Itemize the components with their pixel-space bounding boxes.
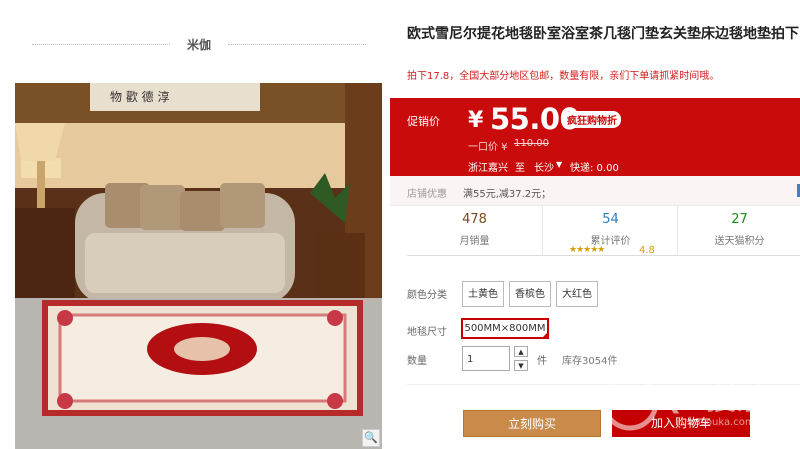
shop-promo-value: 满55元,减37.2元；	[463, 189, 552, 200]
stat-value: 54	[602, 212, 619, 227]
size-label: 地毯尺寸	[407, 327, 447, 338]
check-icon	[541, 331, 549, 339]
ship-to-selector[interactable]: 长沙	[534, 159, 554, 174]
color-option-3[interactable]: 大红色	[556, 281, 598, 307]
product-gallery: 米伽 物 歡 德 淳 🔍	[0, 0, 390, 449]
stat-monthly-sales: 478 月销量	[407, 205, 542, 255]
magnifier-icon[interactable]: 🔍	[362, 429, 380, 447]
original-price-label: 一口价 ¥	[468, 142, 508, 153]
stat-label: 累计评价	[590, 236, 631, 247]
shop-promo-row: 店铺优惠 满55元,减37.2元；	[390, 176, 800, 206]
watermark-text: Q8搜索	[660, 382, 767, 417]
price-panel: 促销价 ¥ 55.00 疯狂购物折 一口价 ¥ 110.00 浙江嘉兴 至 长沙…	[390, 98, 800, 176]
quantity-down-icon[interactable]: ▼	[514, 360, 528, 371]
buy-now-button[interactable]: 立刻购买	[463, 410, 601, 437]
color-option-2[interactable]: 香槟色	[509, 281, 551, 307]
rug-photo: 物 歡 德 淳	[15, 83, 382, 449]
ship-to-label: 至	[515, 163, 525, 174]
brand-name[interactable]: 米伽	[182, 36, 216, 53]
stat-value: 478	[462, 212, 487, 227]
promo-price-label: 促销价	[407, 115, 440, 128]
svg-text:物 歡 德 淳: 物 歡 德 淳	[110, 89, 169, 104]
stat-value: 27	[731, 212, 748, 227]
watermark-url: q8souka.com	[688, 417, 755, 428]
stat-label: 送天猫积分	[714, 236, 765, 247]
ship-from: 浙江嘉兴	[468, 163, 508, 174]
chevron-down-icon[interactable]: ▼	[556, 160, 562, 169]
product-subtitle: 拍下17.8，全国大部分地区包邮，数量有限，亲们下单请抓紧时间哦。	[407, 71, 720, 82]
quantity-input[interactable]: 1	[462, 346, 510, 371]
stat-label: 月销量	[459, 236, 490, 247]
rating-stars-icon: ★★★★★	[569, 245, 605, 255]
color-label: 颜色分类	[407, 290, 447, 301]
promo-badge: 疯狂购物折	[563, 111, 621, 128]
product-title: 欧式雪尼尔提花地毯卧室浴室茶几毯门垫玄关垫床边毯地垫拍下17.8	[407, 26, 800, 42]
original-price: 110.00	[514, 138, 549, 149]
rating-value: 4.8	[639, 245, 655, 256]
stat-reviews[interactable]: 54 累计评价 ★★★★★ 4.8	[542, 205, 678, 256]
color-option-1[interactable]: 土黄色	[462, 281, 504, 307]
quantity-label: 数量	[407, 356, 427, 367]
quantity-unit: 件	[537, 356, 547, 367]
watermark-logo-icon	[601, 373, 659, 431]
divider	[32, 44, 170, 45]
shop-promo-label: 店铺优惠	[407, 189, 447, 200]
divider	[228, 44, 366, 45]
currency-symbol: ¥	[468, 108, 484, 133]
product-image[interactable]: 物 歡 德 淳 🔍	[15, 83, 382, 449]
brand-header: 米伽	[32, 34, 366, 54]
quantity-up-icon[interactable]: ▲	[514, 346, 528, 357]
shipping-fee: 快递: 0.00	[570, 163, 619, 174]
size-option-selected[interactable]: 500MM×800MM	[461, 318, 549, 339]
stat-points: 27 送天猫积分	[677, 205, 800, 255]
size-option-label: 500MM×800MM	[464, 323, 546, 334]
stats-bar: 478 月销量 54 累计评价 ★★★★★ 4.8 27 送天猫积分	[407, 205, 800, 256]
site-watermark: Q8搜索 q8souka.com	[596, 362, 800, 449]
